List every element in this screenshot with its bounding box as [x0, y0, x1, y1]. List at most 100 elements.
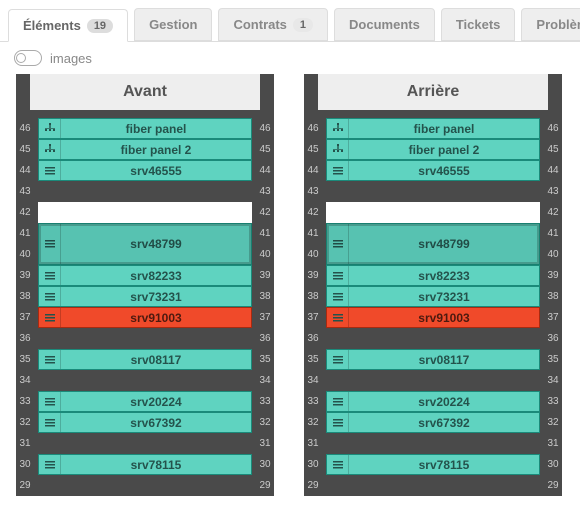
rack-item[interactable]: srv91003 — [326, 307, 540, 328]
rack-item[interactable]: fiber panel — [38, 118, 252, 139]
tab-5[interactable]: Problèmes — [521, 8, 580, 41]
rack-item[interactable]: srv73231 — [326, 286, 540, 307]
rack-row: 4343 — [304, 181, 562, 202]
unit-number: 30 — [304, 454, 322, 475]
images-toggle[interactable] — [14, 50, 42, 66]
rack-item[interactable]: srv82233 — [38, 265, 252, 286]
rack-item[interactable]: srv08117 — [326, 349, 540, 370]
unit-number: 39 — [16, 265, 34, 286]
tab-label: Problèmes — [536, 17, 580, 32]
rack-title: Arrière — [318, 74, 548, 110]
server-icon — [39, 392, 61, 411]
rack-row: 38srv7323138 — [16, 286, 274, 307]
rack-item-label: srv91003 — [61, 311, 251, 325]
empty-slot — [326, 433, 540, 454]
tab-2[interactable]: Contrats 1 — [218, 8, 328, 41]
unit-number: 31 — [16, 433, 34, 454]
unit-number: 36 — [16, 328, 34, 349]
rack-item[interactable]: srv08117 — [38, 349, 252, 370]
unit-number: 34 — [256, 370, 274, 391]
tab-0[interactable]: Éléments19 — [8, 9, 128, 42]
server-icon — [327, 308, 349, 327]
rack-row: 30srv7811530 — [304, 454, 562, 475]
unit-number: 29 — [544, 475, 562, 496]
unit-number: 38 — [304, 286, 322, 307]
unit-number: 35 — [256, 349, 274, 370]
rack-row: 33srv2022433 — [304, 391, 562, 412]
rack-row: 3131 — [304, 433, 562, 454]
rack-item[interactable]: fiber panel 2 — [326, 139, 540, 160]
unit-number: 40 — [16, 244, 34, 265]
unit-number: 46 — [256, 118, 274, 139]
rack-item[interactable]: srv78115 — [38, 454, 252, 475]
unit-number: 35 — [544, 349, 562, 370]
unit-number: 39 — [304, 265, 322, 286]
rack-item[interactable]: fiber panel 2 — [38, 139, 252, 160]
rack-row: 3434 — [304, 370, 562, 391]
rack-item[interactable]: srv73231 — [38, 286, 252, 307]
rack-item[interactable]: srv67392 — [38, 412, 252, 433]
tab-badge: 1 — [293, 18, 313, 32]
rack-item[interactable]: srv82233 — [326, 265, 540, 286]
rack-item[interactable]: srv91003 — [38, 307, 252, 328]
unit-number: 39 — [544, 265, 562, 286]
rack-item[interactable]: fiber panel — [326, 118, 540, 139]
unit-number: 34 — [304, 370, 322, 391]
server-icon — [327, 392, 349, 411]
tab-3[interactable]: Documents — [334, 8, 435, 41]
rack-title: Avant — [30, 74, 260, 110]
server-icon — [327, 266, 349, 285]
rack-item-label: srv20224 — [61, 395, 251, 409]
rack-row: 4242 — [304, 202, 562, 223]
rack-row: 37srv9100337 — [16, 307, 274, 328]
rack-row: 3131 — [16, 433, 274, 454]
tab-1[interactable]: Gestion — [134, 8, 212, 41]
unit-number: 41 — [256, 223, 274, 244]
rack-item-label: fiber panel 2 — [349, 143, 539, 157]
rack-front: Avant46fiber panel4645fiber panel 24544s… — [16, 74, 274, 496]
rack-row: 35srv0811735 — [304, 349, 562, 370]
unit-number: 44 — [544, 160, 562, 181]
unit-number: 40 — [256, 244, 274, 265]
unit-number: 32 — [304, 412, 322, 433]
rack-item[interactable]: srv46555 — [38, 160, 252, 181]
tab-4[interactable]: Tickets — [441, 8, 516, 41]
unit-number: 33 — [256, 391, 274, 412]
hierarchy-icon — [39, 119, 61, 138]
unit-number: 35 — [304, 349, 322, 370]
rack-item-label: srv08117 — [61, 353, 251, 367]
rack-item[interactable]: srv20224 — [38, 391, 252, 412]
unit-number: 41 — [16, 223, 34, 244]
unit-number: 30 — [16, 454, 34, 475]
unit-number: 40 — [544, 244, 562, 265]
rack-item[interactable]: srv46555 — [326, 160, 540, 181]
unit-number: 45 — [256, 139, 274, 160]
rack-item[interactable]: srv20224 — [326, 391, 540, 412]
rack-item-label: srv78115 — [349, 458, 539, 472]
unit-number: 29 — [304, 475, 322, 496]
toolbar: images — [0, 42, 580, 74]
rack-item[interactable]: srv67392 — [326, 412, 540, 433]
unit-number: 32 — [16, 412, 34, 433]
rack-row: 41srv4879941 — [304, 223, 562, 244]
unit-number: 43 — [304, 181, 322, 202]
tab-label: Contrats — [233, 17, 286, 32]
unit-number: 37 — [16, 307, 34, 328]
rack-row: 40 40 — [16, 244, 274, 265]
unit-number: 36 — [256, 328, 274, 349]
unit-number: 44 — [256, 160, 274, 181]
server-icon — [39, 161, 61, 180]
rack-item-label: fiber panel — [61, 122, 251, 136]
server-icon — [39, 413, 61, 432]
unit-number: 37 — [304, 307, 322, 328]
rack-item[interactable]: srv78115 — [326, 454, 540, 475]
rack-item-label: srv73231 — [61, 290, 251, 304]
empty-slot — [38, 181, 252, 202]
rack-item-label: srv20224 — [349, 395, 539, 409]
rack-row: 45fiber panel 245 — [304, 139, 562, 160]
server-icon — [39, 266, 61, 285]
empty-slot — [326, 475, 540, 496]
rack-row: 32srv6739232 — [16, 412, 274, 433]
unit-number: 42 — [256, 202, 274, 223]
rack-item-label: srv91003 — [349, 311, 539, 325]
